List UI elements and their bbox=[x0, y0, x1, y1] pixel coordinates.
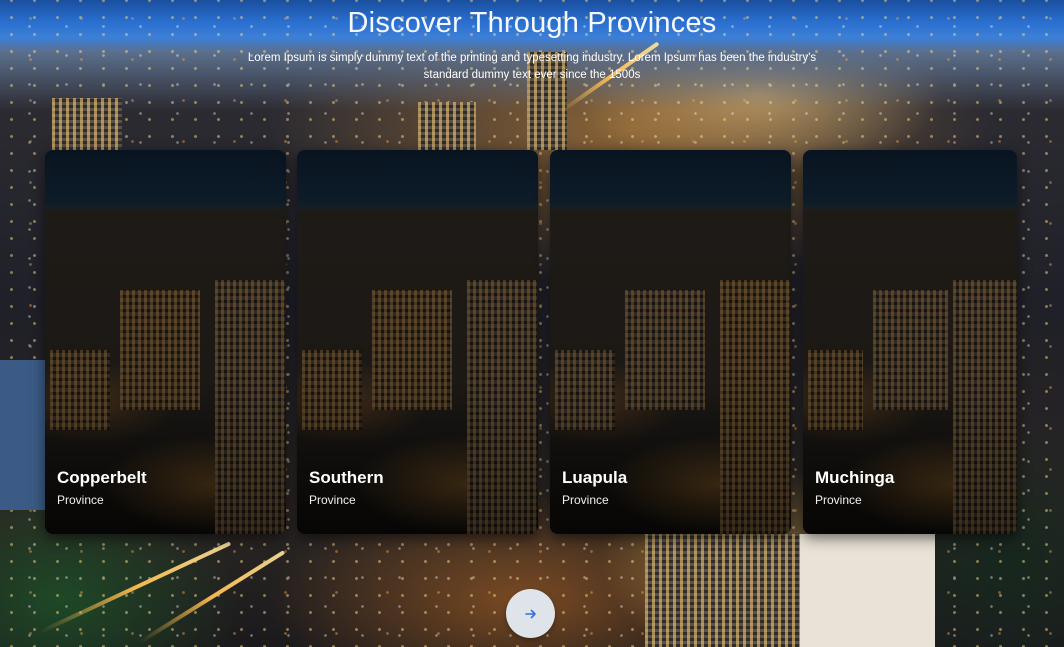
page-title: Discover Through Provinces bbox=[347, 7, 717, 39]
province-cards: Copperbelt Province Southern Province Lu… bbox=[45, 150, 1017, 534]
province-name: Luapula bbox=[562, 468, 628, 487]
background-building bbox=[0, 360, 45, 510]
province-name: Southern bbox=[309, 468, 384, 487]
province-card-copperbelt[interactable]: Copperbelt Province bbox=[45, 150, 286, 534]
background-building bbox=[645, 534, 800, 647]
province-card-southern[interactable]: Southern Province bbox=[297, 150, 538, 534]
page-subtitle: Lorem Ipsum is simply dummy text of the … bbox=[247, 52, 817, 81]
background-building bbox=[800, 534, 935, 647]
province-name: Muchinga bbox=[815, 468, 895, 487]
province-card-muchinga[interactable]: Muchinga Province bbox=[803, 150, 1017, 534]
province-card-luapula[interactable]: Luapula Province bbox=[550, 150, 791, 534]
province-label: Province bbox=[815, 493, 862, 507]
province-name: Copperbelt bbox=[57, 468, 147, 487]
background-building bbox=[52, 98, 122, 150]
background-building bbox=[418, 102, 476, 150]
province-label: Province bbox=[562, 493, 609, 507]
province-label: Province bbox=[57, 493, 104, 507]
arrow-right-icon bbox=[524, 607, 538, 621]
next-button[interactable] bbox=[506, 589, 555, 638]
province-label: Province bbox=[309, 493, 356, 507]
